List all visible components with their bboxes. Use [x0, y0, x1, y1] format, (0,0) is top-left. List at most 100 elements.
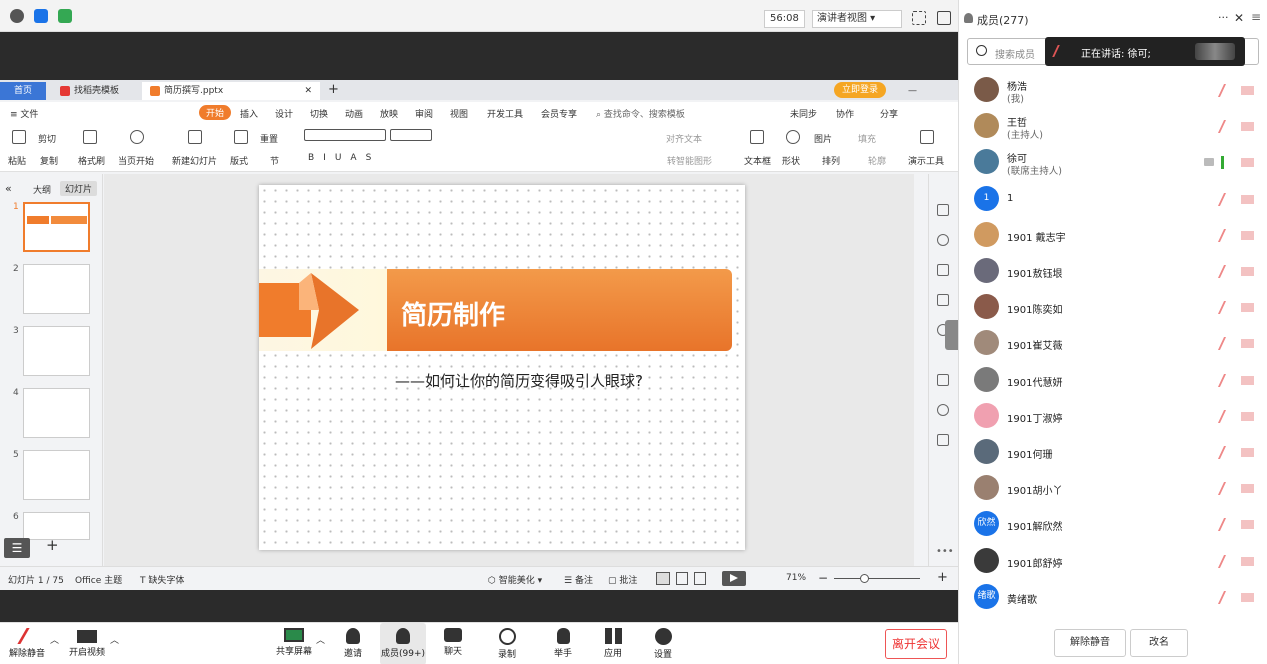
mic-muted-icon[interactable] [1217, 337, 1234, 351]
unmute-button[interactable]: 解除静音 [4, 623, 50, 664]
tab-template[interactable]: 找稻壳模板 [52, 82, 127, 100]
format-painter-button[interactable]: 格式刷 [78, 154, 105, 167]
member-row[interactable]: 1901陈奕如 [959, 290, 1267, 326]
camera-off-icon[interactable] [1241, 339, 1254, 349]
member-row[interactable]: 1901郎舒婷 [959, 544, 1267, 580]
menu-member[interactable]: 会员专享 [541, 107, 577, 120]
menu-file[interactable]: ≡ 文件 [10, 107, 38, 120]
menu-design[interactable]: 设计 [275, 107, 293, 120]
slide-thumb-3[interactable] [23, 326, 90, 376]
font-family-select[interactable] [304, 129, 386, 141]
slide-thumb-2[interactable] [23, 264, 90, 314]
menu-transition[interactable]: 切换 [310, 107, 328, 120]
members-button[interactable]: 成员(99+) [380, 623, 426, 664]
tool-icon[interactable] [937, 374, 949, 386]
tab-home[interactable]: 首页 [0, 82, 46, 100]
mic-muted-icon[interactable] [1217, 192, 1234, 206]
sorter-view-icon[interactable] [676, 572, 688, 585]
copy-icon[interactable] [937, 264, 949, 276]
start-current-button[interactable]: 当页开始 [118, 154, 154, 167]
paste-icon[interactable] [12, 130, 26, 144]
window-controls[interactable]: —▢✕ [900, 82, 958, 114]
layout-icon[interactable] [234, 130, 248, 144]
pin-icon[interactable] [937, 234, 949, 246]
member-row[interactable]: 1901 戴志宇 [959, 218, 1267, 254]
pane-collapse-handle[interactable] [945, 320, 958, 350]
camera-off-icon[interactable] [1241, 375, 1254, 385]
font-size-select[interactable] [390, 129, 432, 141]
menu-review[interactable]: 审阅 [415, 107, 433, 120]
tab-slides[interactable]: 幻灯片 [60, 181, 98, 196]
textbox-icon[interactable] [750, 130, 764, 144]
zoom-slider[interactable] [834, 578, 920, 579]
camera-off-icon[interactable] [1241, 122, 1254, 132]
menu-slideshow[interactable]: 放映 [380, 107, 398, 120]
share-options-icon[interactable]: ︿ [316, 633, 325, 646]
new-slide-button[interactable]: 新建幻灯片 [172, 154, 217, 167]
new-slide-icon[interactable] [188, 130, 202, 144]
view-selector[interactable]: 演讲者视图 ▾ [812, 10, 902, 28]
sync-status[interactable]: 未同步 [790, 107, 817, 120]
mic-muted-icon[interactable] [1217, 120, 1234, 134]
smart-beautify[interactable]: ⬡ 智能美化 ▾ [488, 573, 542, 586]
menu-start[interactable]: 开始 [199, 105, 232, 120]
play-icon[interactable] [130, 130, 144, 144]
mic-muted-icon[interactable] [1217, 446, 1234, 459]
camera-off-icon[interactable] [1241, 556, 1254, 566]
arrange-button[interactable]: 排列 [822, 154, 840, 167]
reading-view-icon[interactable] [694, 572, 706, 585]
member-row[interactable]: 1901丁淑婷 [959, 399, 1267, 435]
start-video-button[interactable]: 开启视频 [64, 623, 110, 664]
shape-button[interactable]: 形状 [782, 154, 800, 167]
sidebar-toggle-icon[interactable] [937, 11, 951, 25]
collaborate-button[interactable]: 协作 [836, 107, 854, 120]
panel-menu-icon[interactable]: ≡ [1251, 10, 1261, 24]
camera-off-icon[interactable] [1241, 267, 1254, 276]
mic-muted-icon[interactable] [1217, 409, 1234, 423]
image-icon[interactable] [937, 294, 949, 306]
mic-muted-icon[interactable] [1217, 482, 1234, 496]
close-panel-icon[interactable]: ✕ [1234, 11, 1244, 25]
backup-icon[interactable] [937, 434, 949, 446]
reset-button[interactable]: 重置 [260, 132, 278, 145]
text-format-buttons[interactable]: BIUAS [308, 153, 380, 163]
mic-muted-icon[interactable] [1217, 265, 1234, 278]
mic-muted-icon[interactable] [1217, 518, 1234, 532]
menu-view[interactable]: 视图 [450, 107, 468, 120]
presentation-tools-icon[interactable] [920, 130, 934, 144]
invite-button[interactable]: 邀请 [334, 623, 372, 664]
camera-off-icon[interactable] [1241, 230, 1254, 240]
add-slide-icon[interactable]: + [46, 536, 59, 554]
unmute-all-button[interactable]: 解除静音 [1054, 629, 1126, 657]
leave-meeting-button[interactable]: 离开会议 [885, 629, 947, 659]
slide-thumb-5[interactable] [23, 450, 90, 500]
raise-hand-button[interactable]: 举手 [544, 623, 582, 664]
paste-button[interactable]: 粘贴 [8, 154, 26, 167]
share-screen-button[interactable]: 共享屏幕 [272, 623, 316, 664]
normal-view-icon[interactable] [656, 572, 670, 585]
share-button[interactable]: 分享 [880, 107, 898, 120]
login-button[interactable]: 立即登录 [834, 82, 887, 98]
info-icon[interactable] [10, 9, 24, 23]
mic-active-icon[interactable] [1221, 156, 1230, 170]
mic-muted-icon[interactable] [1217, 590, 1234, 604]
member-row[interactable]: 1901敖钰垠 [959, 254, 1267, 290]
notes-button[interactable]: ☰ 备注 [564, 573, 593, 586]
copy-button[interactable]: 复制 [40, 154, 58, 167]
video-options-icon[interactable]: ︿ [110, 633, 119, 646]
audio-options-icon[interactable]: ︿ [50, 633, 59, 646]
mic-muted-icon[interactable] [1217, 228, 1234, 242]
member-row[interactable]: 1901胡小丫 [959, 471, 1267, 507]
menu-developer[interactable]: 开发工具 [487, 107, 523, 120]
current-slide[interactable]: 简历制作 ——如何让你的简历变得吸引人眼球? [259, 185, 745, 550]
collapse-pane-icon[interactable]: « [5, 182, 12, 195]
presentation-tools-button[interactable]: 演示工具 [908, 154, 944, 167]
member-row[interactable]: 欣然 1901解欣然 [959, 507, 1267, 543]
picture-button[interactable]: 图片 [814, 132, 832, 145]
camera-off-icon[interactable] [1241, 592, 1254, 602]
outline-button[interactable]: 轮廓 [868, 154, 886, 167]
chat-button[interactable]: 聊天 [434, 623, 472, 664]
member-row[interactable]: 杨浩 (我) [959, 73, 1267, 109]
settings-button[interactable]: 设置 [644, 623, 682, 664]
section-button[interactable]: 节 [270, 154, 279, 167]
